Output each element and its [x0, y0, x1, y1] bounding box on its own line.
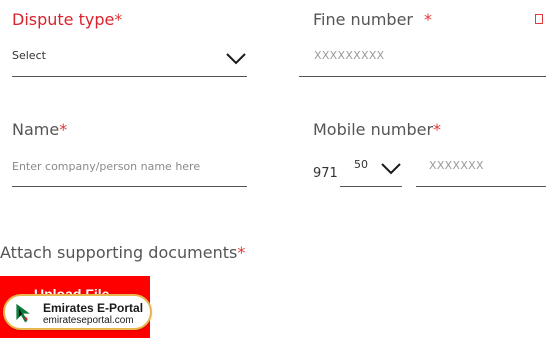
mobile-number-label-text: Mobile number: [313, 120, 434, 139]
watermark-badge: Emirates E-Portal emirateseportal.com: [3, 294, 152, 330]
dispute-type-label: Dispute type*: [12, 10, 122, 29]
mobile-prefix-select[interactable]: 50: [340, 150, 402, 186]
required-mark: *: [114, 10, 123, 29]
required-mark: *: [424, 10, 432, 29]
mobile-number-label: Mobile number*: [313, 120, 441, 139]
name-label: Name*: [12, 120, 67, 139]
mobile-prefix-value: 50: [354, 158, 368, 171]
dispute-type-label-text: Dispute type: [12, 10, 115, 29]
dispute-type-select[interactable]: Select: [12, 40, 247, 76]
watermark-url: emirateseportal.com: [43, 315, 134, 326]
required-mark: *: [237, 243, 246, 262]
attachments-label-text: Attach supporting documents: [0, 243, 238, 262]
dispute-type-underline: [12, 76, 247, 77]
partial-red-icon: [535, 14, 543, 24]
dispute-type-selected-value: Select: [12, 49, 46, 62]
mobile-number-input[interactable]: XXXXXXX: [416, 150, 546, 186]
dispute-form: Dispute type* Select Fine number * XXXXXX…: [0, 0, 556, 338]
mobile-prefix-underline: [340, 186, 402, 187]
fine-number-label: Fine number *: [313, 10, 432, 29]
name-underline: [12, 186, 247, 187]
name-label-text: Name: [12, 120, 60, 139]
name-placeholder: Enter company/person name here: [12, 160, 201, 173]
name-input[interactable]: Enter company/person name here: [12, 150, 247, 186]
fine-number-placeholder: XXXXXXXXX: [314, 49, 385, 62]
chevron-down-icon: [226, 53, 246, 65]
fine-number-label-text: Fine number: [313, 10, 413, 29]
mobile-number-placeholder: XXXXXXX: [429, 159, 484, 172]
fine-number-input[interactable]: XXXXXXXXX: [299, 40, 546, 76]
chevron-down-icon: [381, 163, 401, 175]
attachments-label: Attach supporting documents*: [0, 243, 245, 262]
required-mark: *: [433, 120, 442, 139]
country-code: 971: [313, 166, 338, 181]
fine-number-underline: [299, 76, 546, 77]
cursor-logo-icon: [13, 301, 35, 325]
required-mark: *: [59, 120, 68, 139]
mobile-number-underline: [416, 186, 546, 187]
watermark-title: Emirates E-Portal: [43, 301, 144, 315]
